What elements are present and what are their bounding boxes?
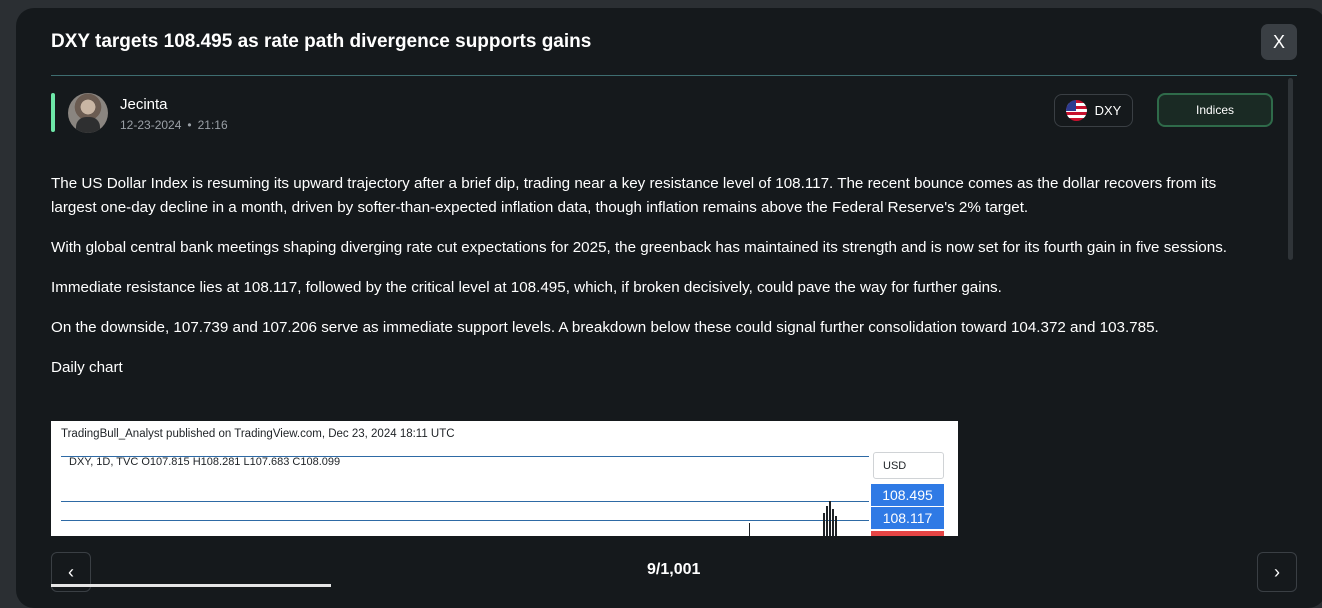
article-body: The US Dollar Index is resuming its upwa… bbox=[51, 172, 1251, 396]
chevron-left-icon: ‹ bbox=[68, 561, 74, 582]
resistance-line-108495 bbox=[61, 501, 869, 502]
candle bbox=[826, 506, 828, 536]
article-title: DXY targets 108.495 as rate path diverge… bbox=[51, 31, 592, 52]
candle bbox=[829, 501, 831, 536]
chevron-right-icon: › bbox=[1274, 561, 1280, 582]
next-button[interactable]: › bbox=[1257, 552, 1297, 592]
chart-ohlc: DXY, 1D, TVC O107.815 H108.281 L107.683 … bbox=[69, 456, 341, 468]
currency-selector[interactable]: USD bbox=[873, 452, 944, 479]
chart-header: TradingBull_Analyst published on Trading… bbox=[61, 428, 455, 440]
author-meta: 12-23-2024 • 21:16 bbox=[120, 118, 228, 132]
price-tag-red bbox=[871, 531, 944, 536]
price-tag: 108.495 bbox=[871, 484, 944, 506]
category-tag[interactable]: Indices bbox=[1157, 93, 1273, 127]
avatar bbox=[68, 93, 108, 133]
chart-image[interactable]: TradingBull_Analyst published on Trading… bbox=[51, 421, 958, 536]
symbol-label: DXY bbox=[1094, 103, 1122, 118]
close-button[interactable]: X bbox=[1261, 24, 1297, 60]
post-time: 21:16 bbox=[197, 118, 228, 132]
us-flag-icon bbox=[1065, 100, 1087, 121]
article-paragraph: On the downside, 107.739 and 107.206 ser… bbox=[51, 319, 1159, 336]
article-modal: DXY targets 108.495 as rate path diverge… bbox=[16, 8, 1322, 608]
article-paragraph: With global central bank meetings shapin… bbox=[51, 239, 1228, 256]
price-tag: 108.117 bbox=[871, 507, 944, 529]
pagination-counter: 9/1,001 bbox=[647, 561, 701, 578]
resistance-line-108117 bbox=[61, 520, 869, 521]
article-paragraph: Immediate resistance lies at 108.117, fo… bbox=[51, 279, 1002, 296]
meta-separator: • bbox=[187, 118, 192, 132]
article-paragraph: The US Dollar Index is resuming its upwa… bbox=[51, 175, 1217, 216]
scrollbar-thumb[interactable] bbox=[1288, 78, 1293, 260]
title-divider bbox=[51, 75, 1297, 76]
author-name: Jecinta bbox=[120, 96, 168, 113]
chart-caption: Daily chart bbox=[51, 359, 123, 376]
candle bbox=[823, 513, 825, 536]
candle bbox=[749, 523, 750, 536]
post-date: 12-23-2024 bbox=[120, 118, 182, 132]
candle bbox=[835, 516, 837, 536]
author-accent-bar bbox=[51, 93, 55, 132]
symbol-tag[interactable]: DXY bbox=[1054, 94, 1133, 127]
candle bbox=[832, 509, 834, 536]
